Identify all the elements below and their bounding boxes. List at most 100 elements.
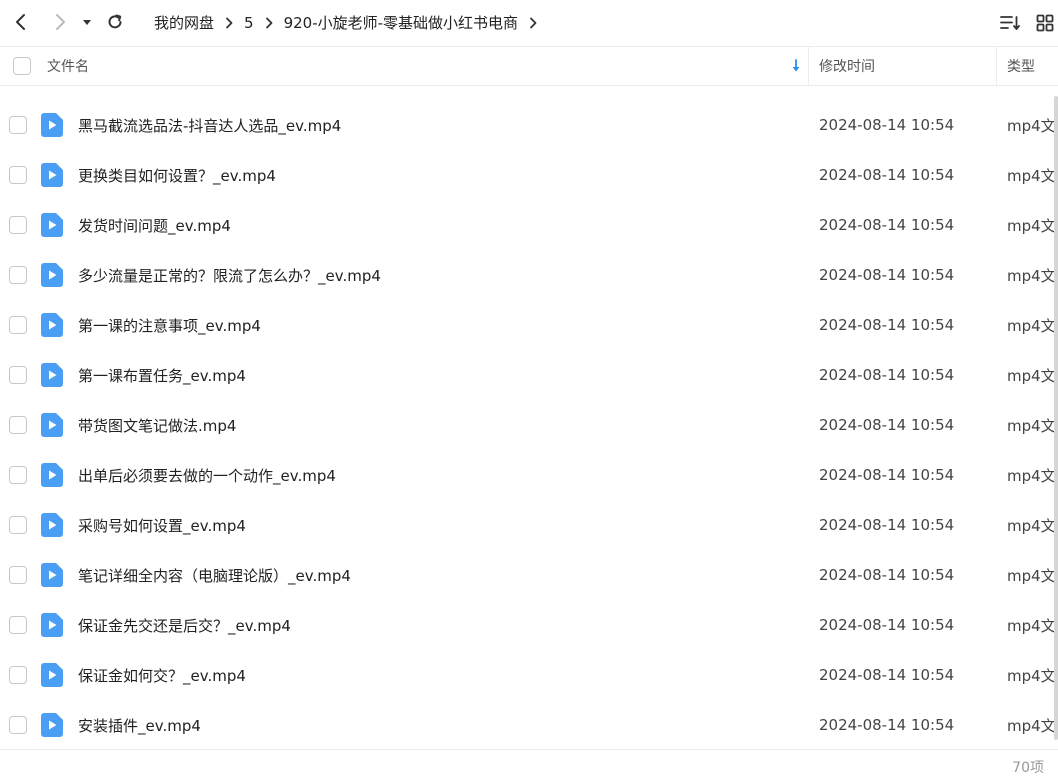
row-checkbox[interactable] <box>9 166 27 184</box>
file-type: mp4文件 <box>1007 516 1056 535</box>
row-checkbox[interactable] <box>9 466 27 484</box>
file-row[interactable]: 黑马截流选品法-抖音达人选品_ev.mp4 2024-08-14 10:54 mp4… <box>0 100 1056 150</box>
file-type: mp4文件 <box>1007 416 1056 435</box>
chevron-right-icon <box>265 17 272 28</box>
row-checkbox[interactable] <box>9 116 27 134</box>
file-row[interactable]: 发货时间问题_ev.mp4 2024-08-14 10:54 mp4文件 <box>0 200 1056 250</box>
file-type: mp4文件 <box>1007 466 1056 485</box>
video-file-icon <box>41 113 63 137</box>
file-row[interactable]: 第一课布置任务_ev.mp4 2024-08-14 10:54 mp4文件 <box>0 350 1056 400</box>
file-modified-time: 2024-08-14 10:54 <box>819 616 955 634</box>
breadcrumb-expand-button[interactable] <box>518 0 548 45</box>
sort-list-icon <box>1000 16 1020 30</box>
forward-button[interactable] <box>45 7 75 37</box>
vertical-scrollbar[interactable] <box>1054 96 1058 740</box>
item-count: 70项 <box>1012 760 1044 776</box>
file-modified-time: 2024-08-14 10:54 <box>819 466 955 484</box>
file-row[interactable]: 出单后必须要去做的一个动作_ev.mp4 2024-08-14 10:54 mp4文… <box>0 450 1056 500</box>
file-type: mp4文件 <box>1007 616 1056 635</box>
row-checkbox[interactable] <box>9 416 27 434</box>
sort-direction-indicator[interactable] <box>789 57 803 75</box>
file-row[interactable]: 更换类目如何设置？_ev.mp4 2024-08-14 10:54 mp4文件 <box>0 150 1056 200</box>
file-name[interactable]: 出单后必须要去做的一个动作_ev.mp4 <box>78 450 336 500</box>
file-list: 黑马截流选品法-抖音达人选品_ev.mp4 2024-08-14 10:54 mp4… <box>0 86 1058 749</box>
file-name[interactable]: 更换类目如何设置？_ev.mp4 <box>78 150 276 200</box>
caret-down-icon <box>83 20 91 25</box>
file-modified-time: 2024-08-14 10:54 <box>819 316 955 334</box>
file-modified-time: 2024-08-14 10:54 <box>819 666 955 684</box>
file-name[interactable]: 安装插件_ev.mp4 <box>78 700 201 749</box>
row-checkbox[interactable] <box>9 216 27 234</box>
row-checkbox[interactable] <box>9 666 27 684</box>
breadcrumb-item-root[interactable]: 我的网盘 <box>154 12 214 33</box>
breadcrumb: 我的网盘 5 920-小旋老师-零基础做小红书电商 <box>154 0 548 45</box>
file-name[interactable]: 多少流量是正常的？限流了怎么办？_ev.mp4 <box>78 250 381 300</box>
back-button[interactable] <box>6 7 36 37</box>
file-name[interactable]: 黑马截流选品法-抖音达人选品_ev.mp4 <box>78 100 341 150</box>
arrow-down-icon <box>792 59 800 72</box>
video-file-icon <box>41 313 63 337</box>
file-name[interactable]: 保证金先交还是后交？_ev.mp4 <box>78 600 291 650</box>
video-file-icon <box>41 463 63 487</box>
row-checkbox[interactable] <box>9 566 27 584</box>
sort-button[interactable] <box>998 11 1022 35</box>
video-file-icon <box>41 713 63 737</box>
file-name[interactable]: 发货时间问题_ev.mp4 <box>78 200 231 250</box>
column-header-name[interactable]: 文件名 <box>47 47 89 85</box>
file-list-header: 文件名 修改时间 类型 <box>0 46 1058 86</box>
refresh-button[interactable] <box>100 7 130 37</box>
breadcrumb-separator <box>214 0 244 45</box>
column-divider[interactable] <box>808 47 809 85</box>
file-type: mp4文件 <box>1007 116 1056 135</box>
column-divider[interactable] <box>996 47 997 85</box>
file-row[interactable]: 保证金先交还是后交？_ev.mp4 2024-08-14 10:54 mp4文件 <box>0 600 1056 650</box>
row-checkbox[interactable] <box>9 366 27 384</box>
file-name[interactable]: 笔记详细全内容（电脑理论版）_ev.mp4 <box>78 550 351 600</box>
chevron-right-icon <box>226 17 233 28</box>
file-name[interactable]: 保证金如何交？_ev.mp4 <box>78 650 246 700</box>
file-row[interactable]: 保证金如何交？_ev.mp4 2024-08-14 10:54 mp4文件 <box>0 650 1056 700</box>
file-modified-time: 2024-08-14 10:54 <box>819 266 955 284</box>
file-modified-time: 2024-08-14 10:54 <box>819 716 955 734</box>
status-bar: 70项 <box>0 749 1058 783</box>
breadcrumb-item-folder[interactable]: 5 <box>244 14 254 32</box>
file-row[interactable]: 带货图文笔记做法.mp4 2024-08-14 10:54 mp4文件 <box>0 400 1056 450</box>
file-type: mp4文件 <box>1007 216 1056 235</box>
column-header-modified[interactable]: 修改时间 <box>819 47 875 85</box>
file-type: mp4文件 <box>1007 316 1056 335</box>
file-type: mp4文件 <box>1007 566 1056 585</box>
file-type: mp4文件 <box>1007 266 1056 285</box>
file-name[interactable]: 带货图文笔记做法.mp4 <box>78 400 236 450</box>
file-row[interactable]: 笔记详细全内容（电脑理论版）_ev.mp4 2024-08-14 10:54 mp4… <box>0 550 1056 600</box>
row-checkbox[interactable] <box>9 716 27 734</box>
file-name[interactable]: 第一课的注意事项_ev.mp4 <box>78 300 261 350</box>
file-modified-time: 2024-08-14 10:54 <box>819 216 955 234</box>
grid-view-icon <box>1036 14 1054 32</box>
file-type: mp4文件 <box>1007 166 1056 185</box>
refresh-icon <box>108 14 122 29</box>
video-file-icon <box>41 363 63 387</box>
row-checkbox[interactable] <box>9 266 27 284</box>
chevron-right-icon <box>56 14 65 30</box>
file-name[interactable]: 第一课布置任务_ev.mp4 <box>78 350 246 400</box>
video-file-icon <box>41 663 63 687</box>
breadcrumb-item-current[interactable]: 920-小旋老师-零基础做小红书电商 <box>284 12 518 33</box>
file-row[interactable]: 安装插件_ev.mp4 2024-08-14 10:54 mp4文件 <box>0 700 1056 749</box>
video-file-icon <box>41 413 63 437</box>
file-type: mp4文件 <box>1007 716 1056 735</box>
file-row[interactable]: 第一课的注意事项_ev.mp4 2024-08-14 10:54 mp4文件 <box>0 300 1056 350</box>
row-checkbox[interactable] <box>9 316 27 334</box>
video-file-icon <box>41 263 63 287</box>
video-file-icon <box>41 213 63 237</box>
select-all-checkbox[interactable] <box>13 57 31 75</box>
column-header-type[interactable]: 类型 <box>1007 47 1035 85</box>
row-checkbox[interactable] <box>9 616 27 634</box>
history-dropdown-button[interactable] <box>76 7 98 37</box>
file-modified-time: 2024-08-14 10:54 <box>819 366 955 384</box>
grid-view-button[interactable] <box>1033 11 1057 35</box>
file-name[interactable]: 采购号如何设置_ev.mp4 <box>78 500 246 550</box>
file-row[interactable]: 采购号如何设置_ev.mp4 2024-08-14 10:54 mp4文件 <box>0 500 1056 550</box>
file-row[interactable]: 多少流量是正常的？限流了怎么办？_ev.mp4 2024-08-14 10:54 m… <box>0 250 1056 300</box>
row-checkbox[interactable] <box>9 516 27 534</box>
video-file-icon <box>41 613 63 637</box>
